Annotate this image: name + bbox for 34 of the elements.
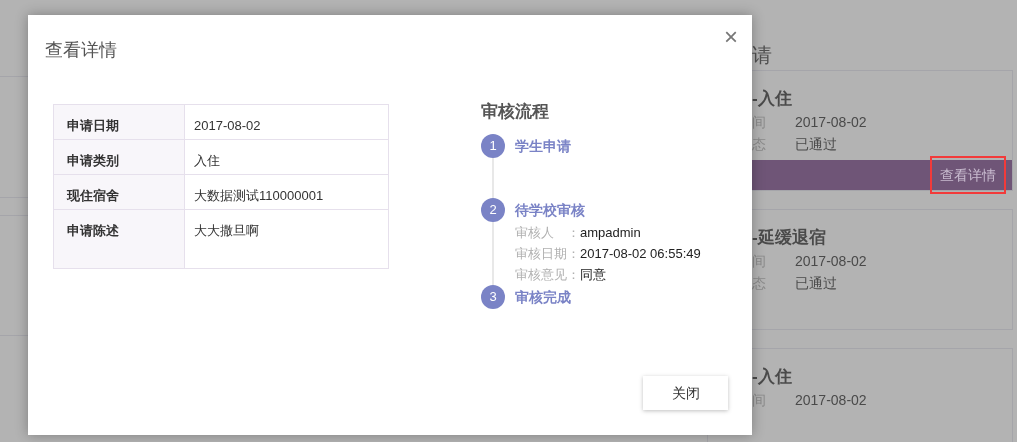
field-value: 已通过 (795, 135, 837, 154)
card-title: -延缓退宿 (752, 227, 827, 249)
detail-label: 申请类别 (67, 153, 119, 168)
detail-value: 大数据测试110000001 (194, 188, 324, 203)
step-title: 审核完成 (515, 288, 571, 307)
detail-value: 入住 (194, 153, 220, 168)
dialog-title: 查看详情 (45, 39, 117, 62)
step-detail-value: ampadmin (580, 224, 641, 242)
detail-value: 大大撒旦啊 (194, 223, 259, 238)
step-detail-label: 审核人 ： (515, 224, 580, 242)
field-value: 已通过 (795, 274, 837, 293)
step-title: 学生申请 (515, 137, 571, 156)
step-detail-label: 审核意见： (515, 266, 580, 284)
detail-label: 现住宿舍 (67, 188, 119, 203)
step-title: 待学校审核 (515, 201, 586, 220)
step-detail-value: 2017-08-02 06:55:49 (580, 245, 701, 263)
close-button[interactable]: × (724, 25, 738, 49)
detail-label: 申请陈述 (67, 223, 119, 238)
step-number: 3 (481, 285, 505, 309)
page-heading: 请 (752, 44, 772, 66)
step-number: 1 (481, 134, 505, 158)
close-dialog-button[interactable]: 关闭 (643, 376, 728, 410)
step-detail-label: 审核日期： (515, 245, 580, 263)
detail-value: 2017-08-02 (194, 118, 261, 133)
field-value: 2017-08-02 (795, 391, 867, 410)
step-number: 2 (481, 198, 505, 222)
detail-label: 申请日期 (67, 118, 119, 133)
process-title: 审核流程 (481, 101, 550, 123)
field-value: 2017-08-02 (795, 252, 867, 271)
card-title: -入住 (752, 366, 793, 388)
field-value: 2017-08-02 (795, 113, 867, 132)
step-detail-value: 同意 (580, 266, 606, 284)
view-details-button[interactable]: 查看详情 (940, 165, 996, 185)
card-title: -入住 (752, 88, 793, 110)
